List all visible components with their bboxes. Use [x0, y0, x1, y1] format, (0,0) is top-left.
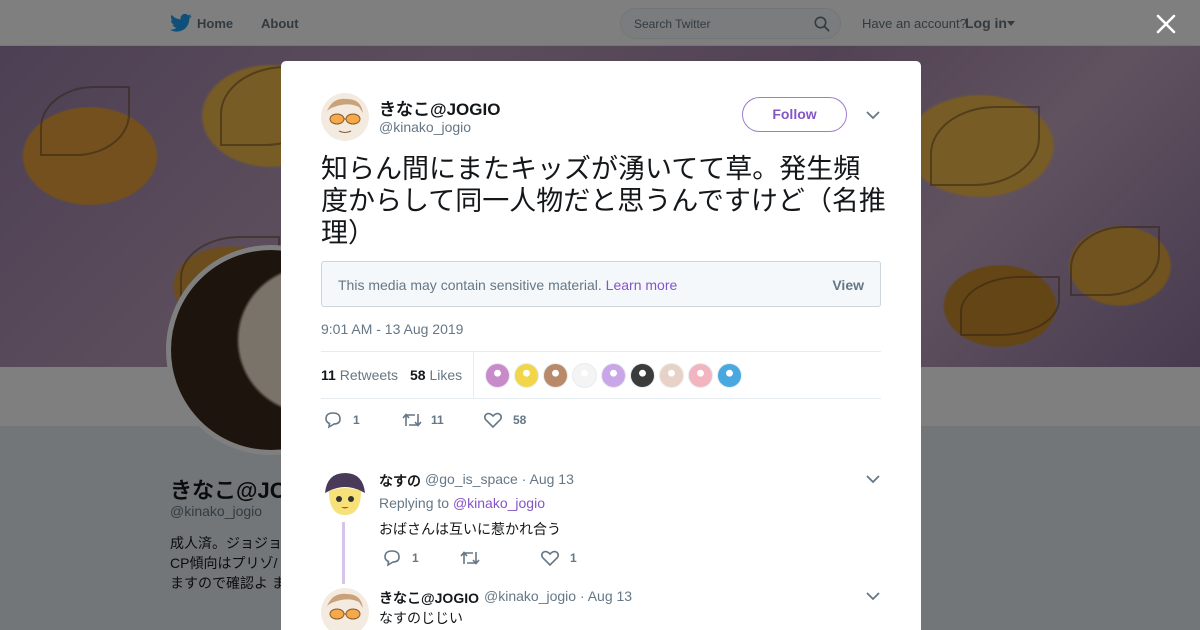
- tweet-stats: 11 Retweets 58 Likes: [321, 351, 881, 399]
- reply-author-handle[interactable]: @kinako_jogio · Aug 13: [484, 588, 632, 604]
- avatar-image: [321, 93, 369, 141]
- reply-time[interactable]: · Aug 13: [580, 588, 632, 604]
- author-avatar[interactable]: [321, 93, 369, 141]
- reply-author-name[interactable]: なすの: [379, 471, 421, 491]
- replying-to-link[interactable]: @kinako_jogio: [453, 495, 545, 511]
- avatar-image: [321, 588, 369, 630]
- reply-author-name[interactable]: きなこ@JOGIO: [379, 588, 479, 608]
- reply-text: なすのじじい: [379, 610, 463, 626]
- liker-avatar[interactable]: [514, 363, 539, 388]
- liker-avatar[interactable]: [601, 363, 626, 388]
- heart-icon: [540, 550, 560, 567]
- liker-avatar[interactable]: [717, 363, 742, 388]
- reply-options-chevron-icon[interactable]: [866, 592, 880, 601]
- follow-button[interactable]: Follow: [742, 97, 847, 132]
- author-name[interactable]: きなこ@JOGIO: [379, 95, 500, 120]
- reply-text: おばさんは互いに惹かれ合う: [379, 521, 561, 537]
- replying-to: Replying to @kinako_jogio: [379, 495, 545, 511]
- tweet-modal: きなこ@JOGIO @kinako_jogio Follow 知らん間にまたキッ…: [281, 61, 921, 630]
- close-icon[interactable]: [1154, 12, 1178, 36]
- liker-avatar[interactable]: [659, 363, 684, 388]
- learn-more-link[interactable]: Learn more: [606, 277, 678, 293]
- liker-avatar[interactable]: [572, 363, 597, 388]
- retweet-icon: [402, 413, 422, 427]
- avatar-image: [321, 471, 369, 519]
- stats-divider: [473, 352, 474, 399]
- reply-icon: [325, 412, 341, 429]
- tweet-options-chevron-icon[interactable]: [866, 111, 880, 120]
- liker-avatar[interactable]: [543, 363, 568, 388]
- tweet-text: 知らん間にまたキッズが湧いてて草。発生頻度からして同一人物だと思うんですけど（名…: [321, 154, 886, 248]
- likes-stat[interactable]: 58 Likes: [410, 367, 462, 383]
- likes-count: 58: [410, 367, 426, 383]
- reply-time[interactable]: · Aug 13: [522, 471, 574, 487]
- heart-icon: [483, 412, 503, 429]
- reply-icon: [384, 550, 400, 567]
- reply-avatar[interactable]: [321, 471, 369, 519]
- sensitive-notice-text: This media may contain sensitive materia…: [338, 277, 678, 293]
- view-media-button[interactable]: View: [832, 277, 864, 293]
- thread-connector: [342, 522, 345, 584]
- retweets-stat[interactable]: 11 Retweets: [321, 367, 398, 383]
- retweet-icon: [460, 551, 480, 565]
- sensitive-media-notice: This media may contain sensitive materia…: [321, 261, 881, 307]
- author-handle[interactable]: @kinako_jogio: [379, 119, 471, 135]
- retweets-count: 11: [321, 367, 336, 383]
- liker-avatar[interactable]: [688, 363, 713, 388]
- liker-avatar[interactable]: [630, 363, 655, 388]
- liker-avatar[interactable]: [485, 363, 510, 388]
- tweet-timestamp[interactable]: 9:01 AM - 13 Aug 2019: [321, 321, 463, 337]
- reply-avatar[interactable]: [321, 588, 369, 630]
- reply-author-handle[interactable]: @go_is_space · Aug 13: [425, 471, 574, 487]
- reply-options-chevron-icon[interactable]: [866, 475, 880, 484]
